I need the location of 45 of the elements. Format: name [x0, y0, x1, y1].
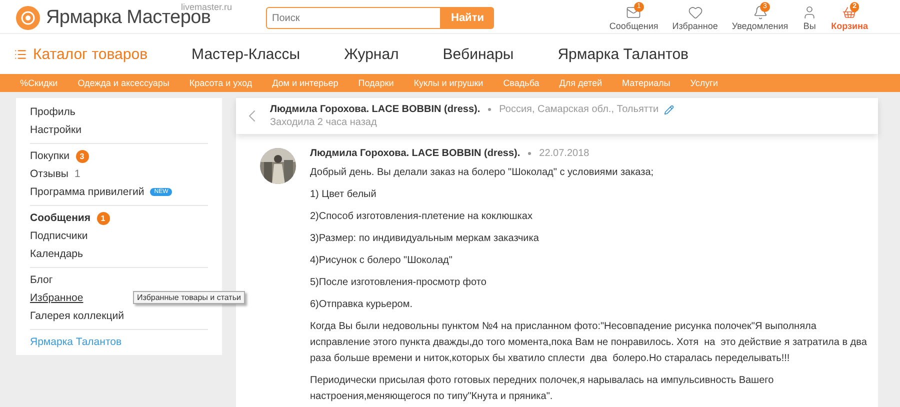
edit-icon[interactable] — [664, 104, 674, 114]
sidebar-item[interactable]: Календарь — [30, 245, 208, 263]
separator-dot — [488, 108, 492, 111]
sidebar-item[interactable]: Профиль — [30, 103, 208, 121]
message-date: 22.07.2018 — [539, 148, 590, 159]
logo-domain: livemaster.ru — [181, 2, 232, 12]
heart-icon — [688, 5, 703, 20]
list-icon — [14, 48, 27, 60]
message-paragraph: Когда Вы были недовольны пунктом №4 на присланном фото:"Несовпадение рисунка полочек"Я выполняла исправление этого пункта дважды,до того момента,пока Вам не понравилось. Хотя на это действие я затратила в два раза больше времени и ниток,которых бы хватило сплести два болеро.Но старалась переделывать!!! — [310, 320, 868, 366]
mail-icon — [626, 5, 642, 20]
sidebar-item[interactable]: Отзывы 1 — [30, 165, 208, 183]
count-text: 1 — [74, 168, 80, 180]
message-paragraph: 4)Рисунок с болеро "Шоколад" — [310, 254, 454, 268]
sidebar-item[interactable]: Галерея коллекций — [30, 307, 208, 325]
message-paragraph: Добрый день. Вы делали заказ на болеро "Шоколад" с условиями заказа; — [310, 166, 655, 180]
last-seen: Заходила 2 часа назад — [270, 117, 378, 128]
message-paragraph: 1) Цвет белый — [310, 188, 378, 202]
sidebar-item[interactable]: Настройки — [30, 121, 208, 139]
count-badge: 1 — [96, 212, 110, 224]
logo-icon — [16, 6, 40, 30]
message-paragraph: 2)Способ изготовления-плетение на коклюшках — [310, 210, 534, 224]
nav-tab[interactable]: Журнал — [344, 46, 399, 62]
header-action-button[interactable]: Вы — [802, 5, 818, 31]
user-icon — [802, 5, 818, 20]
sidebar-item[interactable]: Блог — [30, 271, 208, 289]
message-paragraph: Периодически присылая фото готовых передних полочек,я нарывалась на импульсивность Вашего настроения,меняющегося по типу"Кнута и пряника". — [310, 374, 775, 404]
sidebar-item[interactable]: Подписчики — [30, 227, 208, 245]
nav-tab[interactable]: Мастер-Классы — [192, 46, 300, 62]
message-paragraph: 3)Размер: по индивидуальным меркам заказчика — [310, 232, 540, 246]
message-paragraph: 5)После изготовления-просмотр фото — [310, 276, 488, 290]
bell-icon — [752, 5, 768, 20]
separator-dot — [528, 152, 532, 155]
contact-location: Россия, Самарская обл., Тольятти — [499, 104, 659, 115]
search-field[interactable]: Поиск — [266, 7, 441, 29]
tooltip: Избранные товары и статьи — [133, 291, 245, 304]
nav-tab[interactable]: Ярмарка Талантов — [558, 46, 688, 62]
nav-tab[interactable]: Вебинары — [442, 46, 514, 62]
count-badge: 3 — [76, 150, 88, 162]
basket-icon — [842, 5, 858, 20]
sidebar-item[interactable]: Покупки 3 — [30, 147, 208, 165]
contact-name: Людмила Горохова. LACE BOBBIN (dress). — [270, 104, 480, 115]
header-action-button[interactable]: Избранное — [672, 5, 718, 31]
sidebar-item[interactable]: Сообщения 1 — [30, 209, 208, 227]
message-paragraph: 6)Отправка курьером. — [310, 298, 414, 312]
message-author: Людмила Горохова. LACE BOBBIN (dress). — [310, 148, 520, 159]
